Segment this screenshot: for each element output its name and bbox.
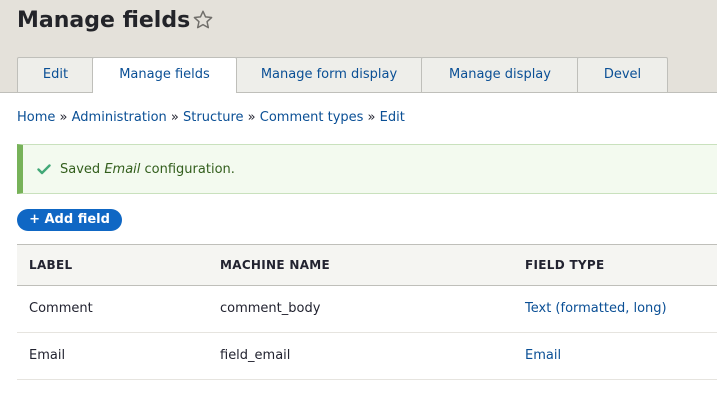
- page-header: Manage fields Edit Manage fields Manage …: [0, 0, 717, 93]
- field-label: Email: [29, 348, 66, 363]
- field-type-link[interactable]: Text (formatted, long): [525, 301, 667, 316]
- table-row: Email field_email Email: [17, 333, 717, 380]
- table-header: LABEL MACHINE NAME FIELD TYPE: [17, 244, 717, 286]
- breadcrumb-comment-types[interactable]: Comment types: [260, 110, 364, 125]
- message-prefix: Saved: [60, 162, 101, 177]
- breadcrumb: Home » Administration » Structure » Comm…: [17, 109, 405, 127]
- tab-manage-form-display[interactable]: Manage form display: [235, 57, 423, 92]
- column-header-machine-name: MACHINE NAME: [220, 258, 331, 272]
- tab-manage-fields[interactable]: Manage fields: [92, 57, 237, 93]
- check-icon: [37, 164, 51, 175]
- field-machine-name: field_email: [220, 348, 291, 363]
- tab-edit[interactable]: Edit: [17, 57, 94, 92]
- column-header-field-type: FIELD TYPE: [525, 258, 605, 272]
- star-outline-icon[interactable]: [192, 9, 214, 31]
- page-title: Manage fields: [17, 8, 191, 33]
- status-message-text: Saved Email configuration.: [60, 161, 235, 179]
- tab-devel[interactable]: Devel: [577, 57, 668, 92]
- breadcrumb-structure[interactable]: Structure: [183, 110, 243, 125]
- breadcrumb-separator: »: [247, 110, 256, 125]
- field-machine-name: comment_body: [220, 301, 321, 316]
- status-message: Saved Email configuration.: [17, 144, 717, 194]
- add-field-button[interactable]: + Add field: [17, 209, 122, 231]
- breadcrumb-administration[interactable]: Administration: [72, 110, 167, 125]
- message-suffix: configuration.: [144, 162, 235, 177]
- breadcrumb-edit[interactable]: Edit: [380, 110, 405, 125]
- message-field-name: Email: [104, 162, 141, 177]
- breadcrumb-home[interactable]: Home: [17, 110, 55, 125]
- breadcrumb-separator: »: [367, 110, 376, 125]
- field-label: Comment: [29, 301, 93, 316]
- table-row: Comment comment_body Text (formatted, lo…: [17, 286, 717, 333]
- fields-table: LABEL MACHINE NAME FIELD TYPE Comment co…: [17, 244, 717, 380]
- breadcrumb-separator: »: [170, 110, 179, 125]
- field-type-link[interactable]: Email: [525, 348, 561, 363]
- tab-manage-display[interactable]: Manage display: [421, 57, 579, 92]
- column-header-label: LABEL: [29, 258, 73, 272]
- breadcrumb-separator: »: [59, 110, 68, 125]
